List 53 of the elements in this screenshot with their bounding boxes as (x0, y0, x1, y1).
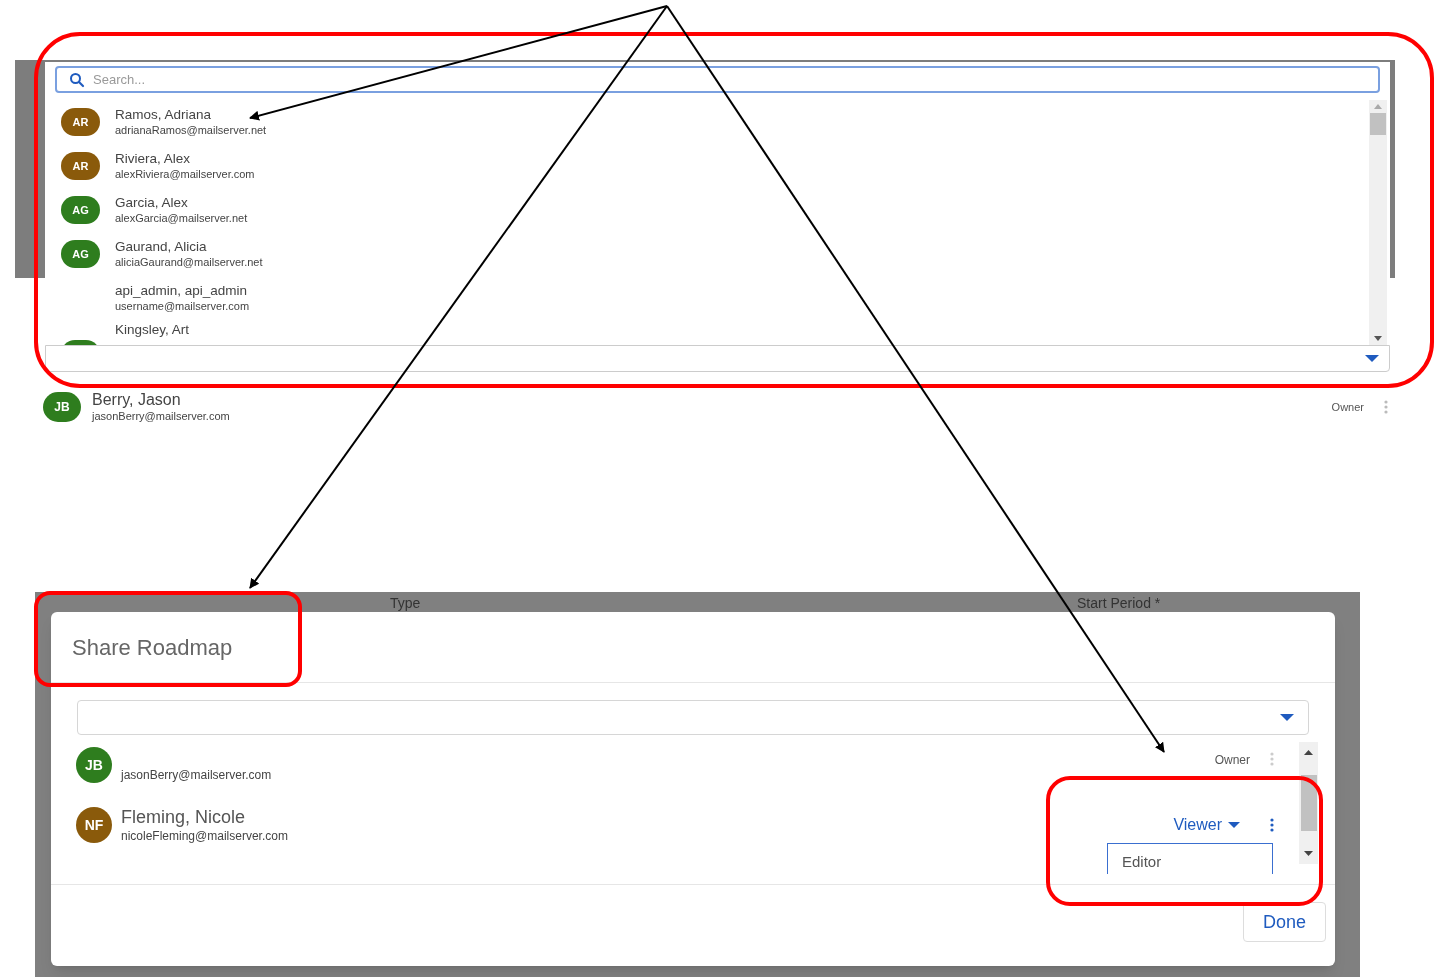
role-dropdown[interactable]: Viewer (1173, 813, 1240, 837)
caret-down-icon (1365, 355, 1379, 362)
contact-name: api_admin, api_admin (115, 282, 249, 300)
result-item[interactable]: AR Riviera, Alex alexRiviera@mailserver.com (45, 144, 1369, 188)
result-item[interactable]: api_admin, api_admin username@mailserver.com (45, 276, 1369, 320)
scroll-down-icon[interactable] (1374, 336, 1382, 341)
contact-email: aliciaGaurand@mailserver.net (115, 255, 263, 270)
contact-email: adrianaRamos@mailserver.net (115, 123, 267, 138)
contact-name: Kingsley, Art (115, 322, 190, 339)
avatar: AG (61, 196, 100, 224)
done-button[interactable]: Done (1243, 902, 1326, 942)
scrollbar[interactable] (1369, 100, 1387, 345)
role-label: Owner (1214, 752, 1250, 769)
scroll-thumb[interactable] (1300, 775, 1317, 831)
menu-option[interactable]: Editor (1107, 843, 1273, 874)
caret-down-icon (1280, 714, 1294, 721)
avatar: AR (61, 108, 100, 136)
scroll-down-icon[interactable] (1304, 851, 1313, 856)
search-input[interactable]: Search... (93, 69, 1366, 90)
column-header: Start Period * (1077, 594, 1161, 613)
result-item[interactable]: AG Gaurand, Alicia aliciaGaurand@mailserver.net (45, 232, 1369, 276)
result-item[interactable]: AG Garcia, Alex alexGarcia@mailserver.net (45, 188, 1369, 232)
role-label: Owner (1331, 399, 1364, 415)
caret-down-icon (1228, 822, 1240, 828)
avatar: AG (61, 240, 100, 268)
more-options-icon[interactable] (1270, 818, 1274, 832)
contact-name: Gaurand, Alicia (115, 238, 208, 256)
contact-name: Ramos, Adriana (115, 106, 213, 124)
avatar: JB (76, 747, 112, 783)
contact-email: username@mailserver.com (115, 299, 250, 314)
contact-name: Fleming, Nicole (121, 806, 247, 829)
column-header: Type (390, 594, 421, 613)
dialog-title: Share Roadmap (72, 633, 233, 662)
avatar: AR (61, 152, 100, 180)
contact-email: jasonBerry@mailserver.com (121, 767, 273, 783)
scroll-thumb[interactable] (1370, 113, 1386, 135)
select-field[interactable] (45, 345, 1390, 372)
result-item[interactable]: AR Ramos, Adriana adrianaRamos@mailserver.net (45, 100, 1369, 144)
avatar: NF (76, 807, 112, 843)
contact-name: Garcia, Alex (115, 194, 189, 212)
contact-email: jasonBerry@mailserver.com (92, 410, 231, 424)
result-item[interactable]: Kingsley, Art (45, 320, 1369, 345)
contact-name: Berry, Jason (92, 390, 182, 410)
contact-email: alexRiviera@mailserver.com (115, 167, 255, 182)
select-field[interactable] (77, 700, 1309, 735)
scroll-up-icon[interactable] (1304, 750, 1313, 755)
contact-name: Riviera, Alex (115, 150, 192, 168)
contact-email: alexGarcia@mailserver.net (115, 211, 248, 226)
contact-email: nicoleFleming@mailserver.com (121, 828, 289, 844)
search-icon (69, 71, 85, 88)
avatar: JB (43, 391, 81, 422)
scrollbar[interactable] (1299, 742, 1318, 864)
search-field[interactable]: Search... (55, 66, 1380, 93)
